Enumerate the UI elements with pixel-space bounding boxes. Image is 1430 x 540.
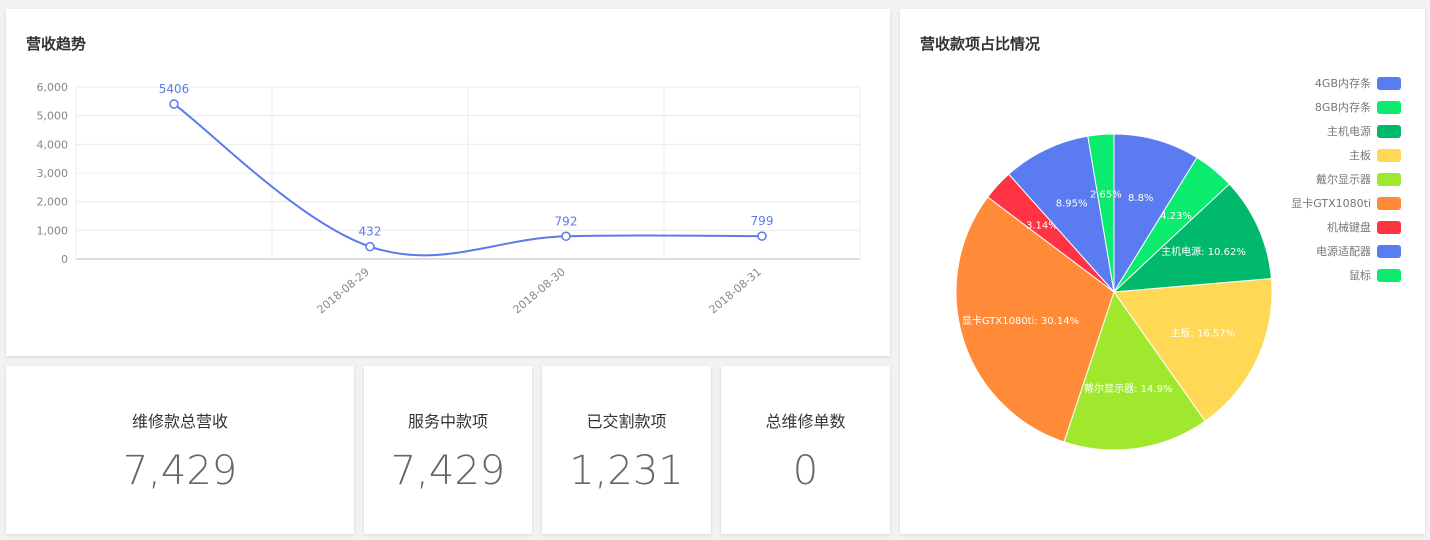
legend-label: 鼠标 <box>1349 269 1371 282</box>
legend-swatch <box>1377 244 1401 258</box>
legend-item[interactable]: 显卡GTX1080ti <box>1291 191 1401 215</box>
data-label: 799 <box>751 214 774 228</box>
legend-label: 机械键盘 <box>1327 221 1371 234</box>
y-tick-label: 4,000 <box>37 138 69 151</box>
y-tick-label: 5,000 <box>37 110 69 123</box>
data-point <box>169 99 179 109</box>
legend-swatch <box>1377 268 1401 282</box>
data-point <box>365 241 375 252</box>
revenue-trend-chart: 0 1,000 2,000 3,000 4,000 5,000 6,000 2018-08-2… <box>37 81 861 316</box>
stat-card-in-service: 服务中款项 7,429 <box>364 366 532 534</box>
stat-value: 1,231 <box>569 448 684 494</box>
stat-label: 维修款总营收 <box>131 412 228 431</box>
y-tick-label: 2,000 <box>37 196 69 209</box>
data-label: 5406 <box>159 82 190 96</box>
legend-swatch <box>1377 196 1401 210</box>
y-tick-label: 3,000 <box>37 167 69 180</box>
legend-item[interactable]: 机械键盘 <box>1291 215 1401 239</box>
data-point <box>561 231 571 242</box>
pie-legend: 4GB内存条 8GB内存条主机电源主板戴尔显示器显卡GTX1080ti 机械键盘电源… <box>1291 71 1401 287</box>
stat-label: 服务中款项 <box>407 412 488 431</box>
legend-swatch <box>1377 148 1401 162</box>
pie-slice-label: 8.95% <box>1056 199 1088 210</box>
x-tick-label: 2018-08-29 <box>315 265 372 316</box>
pie-slice-label: 显卡GTX1080ti: 30.14% <box>962 314 1079 327</box>
stat-value: 7,429 <box>122 448 238 494</box>
legend-item[interactable]: 主板 <box>1291 143 1401 167</box>
stat-value: 7,429 <box>390 448 506 494</box>
pie-slice-label: 主机电源: 10.62% <box>1161 245 1246 258</box>
pie-slice-label: 2.65% <box>1090 189 1122 200</box>
legend-swatch <box>1377 172 1401 186</box>
stat-label: 总维修单数 <box>765 412 846 431</box>
legend-item[interactable]: 戴尔显示器 <box>1291 167 1401 191</box>
stat-card-total-revenue: 维修款总营收 7,429 <box>6 366 354 534</box>
legend-label: 主板 <box>1349 149 1371 162</box>
legend-label: 电源适配器 <box>1316 245 1371 258</box>
legend-label: 主机电源 <box>1327 125 1371 138</box>
stat-card-total-orders: 总维修单数 0 <box>721 366 890 534</box>
data-label: 432 <box>359 225 382 239</box>
data-point <box>757 231 767 241</box>
legend-item[interactable]: 电源适配器 <box>1291 239 1401 263</box>
legend-swatch <box>1377 100 1401 114</box>
legend-item[interactable]: 主机电源 <box>1291 119 1401 143</box>
x-tick-label: 2018-08-31 <box>707 265 764 316</box>
x-tick-label: 2018-08-30 <box>511 265 568 316</box>
y-tick-label: 1,000 <box>37 224 69 237</box>
legend-label: 4GB内存条 <box>1314 77 1371 90</box>
legend-label: 显卡GTX1080ti <box>1291 197 1371 210</box>
pie-slice-label: 戴尔显示器: 14.9% <box>1084 382 1172 395</box>
legend-item[interactable]: 鼠标 <box>1291 263 1401 287</box>
legend-swatch <box>1377 220 1401 234</box>
stat-value: 0 <box>792 448 819 494</box>
stat-label: 已交割款项 <box>586 412 667 431</box>
legend-item[interactable]: 8GB内存条 <box>1291 95 1401 119</box>
y-tick-label: 6,000 <box>37 81 69 94</box>
pie-slice-label: 主板: 16.57% <box>1170 326 1235 339</box>
legend-swatch <box>1377 76 1401 90</box>
legend-label: 8GB内存条 <box>1314 101 1371 114</box>
pie-slice-label: 4.23% <box>1160 211 1192 222</box>
legend-label: 戴尔显示器 <box>1316 173 1371 186</box>
legend-item[interactable]: 4GB内存条 <box>1291 71 1401 95</box>
data-label: 792 <box>555 214 578 228</box>
revenue-share-card: 营收款项占比情况 8.8% 4.23% 主机电源: 10.62% 主板: 16.57%… <box>900 9 1425 534</box>
legend-swatch <box>1377 124 1401 138</box>
stat-card-delivered: 已交割款项 1,231 <box>542 366 711 534</box>
revenue-trend-card: 营收趋势 0 1,000 2,000 3,000 4,000 5,000 6,000 2018… <box>6 9 890 356</box>
pie-slice-label: 8.8% <box>1128 193 1153 204</box>
y-tick-label: 0 <box>61 253 68 266</box>
